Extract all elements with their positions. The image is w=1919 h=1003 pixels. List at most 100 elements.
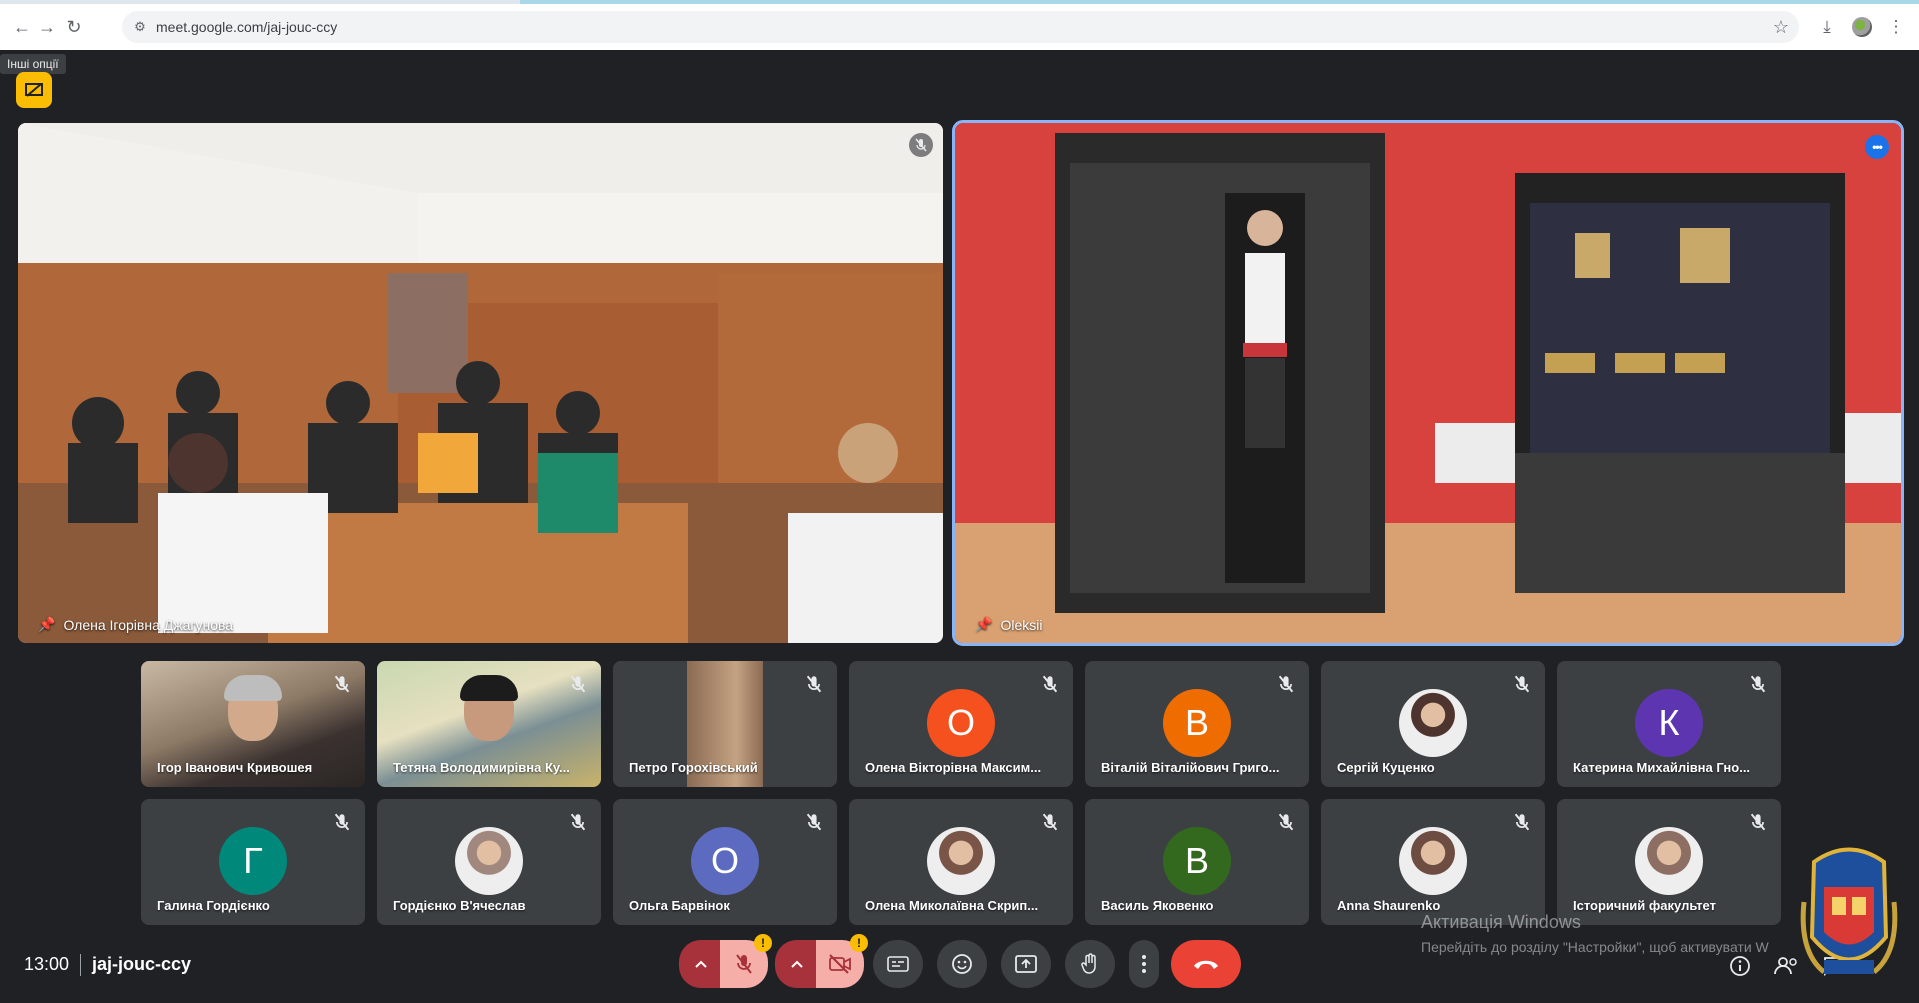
participant-name: Тетяна Володимирівна Ку... [393,760,570,775]
participant-name: Олена Миколаївна Скрип... [865,898,1039,913]
participant-name: Oleksii [1000,616,1043,633]
participant-tile[interactable]: В Василь Яковенко [1085,799,1309,925]
participant-avatar: К [1635,689,1703,757]
main-video-tile[interactable]: 📌 Олена Ігорівна Джагунова [18,123,943,643]
muted-mic-icon [1277,675,1295,693]
participant-tile[interactable]: Ігор Іванович Кривошея [141,661,365,787]
kebab-menu-icon [1142,955,1146,973]
participant-name: Сергій Куценко [1337,760,1435,775]
bookmark-star-icon[interactable]: ☆ [1773,17,1789,38]
tooltip: Інші опції [0,54,66,74]
participant-name: Василь Яковенко [1101,898,1214,913]
audio-options-button[interactable] [679,940,723,988]
warning-icon: ! [754,934,772,952]
more-options-button[interactable] [1129,940,1159,988]
muted-mic-icon [1041,675,1059,693]
back-arrow-icon[interactable]: ← [8,13,36,41]
present-icon [1015,955,1037,973]
participant-hair [460,675,518,701]
muted-mic-icon [333,675,351,693]
muted-mic-icon [569,813,587,831]
participant-tile[interactable]: В Віталій Віталійович Григо... [1085,661,1309,787]
participant-name: Катерина Михайлівна Гно... [1573,760,1751,775]
participant-tile[interactable]: Гордієнко В'ячеслав [377,799,601,925]
faculty-crest-logo [1800,847,1898,974]
address-bar[interactable]: ⚙ meet.google.com/jaj-jouc-ccy ☆ [122,11,1799,43]
participant-avatar: О [927,689,995,757]
microphone-toggle-button[interactable]: ! [720,934,772,988]
classroom-video [18,123,943,643]
participant-avatar [455,827,523,895]
muted-mic-icon [805,813,823,831]
meeting-details-icon[interactable] [1726,952,1754,980]
muted-mic-icon [805,675,823,693]
participant-name: Гордієнко В'ячеслав [393,898,526,913]
participant-tile[interactable]: Тетяна Володимирівна Ку... [377,661,601,787]
participant-tile[interactable]: О Олена Вікторівна Максим... [849,661,1073,787]
camera-off-icon [829,954,851,974]
participant-avatar [927,827,995,895]
present-screen-button[interactable] [1001,940,1051,988]
participant-name: Ольга Барвінок [629,898,730,913]
site-info-icon[interactable]: ⚙ [132,19,148,35]
more-options-icon[interactable]: ••• [1865,135,1889,159]
raise-hand-button[interactable] [1065,940,1115,988]
participant-tile[interactable]: К Катерина Михайлівна Гно... [1557,661,1781,787]
participant-tile[interactable]: Історичний факультет [1557,799,1781,925]
windows-activation-watermark: Активація Windows Перейдіть до розділу "… [1421,912,1769,955]
muted-mic-icon [1513,675,1531,693]
emoji-icon [952,954,972,974]
reload-icon[interactable]: ↻ [60,13,88,41]
muted-mic-icon [1749,675,1767,693]
main-video-tile-active[interactable]: ••• 📌 Oleksii [952,120,1904,646]
muted-mic-icon [333,813,351,831]
participant-tile[interactable]: О Ольга Барвінок [613,799,837,925]
participant-name: Ігор Іванович Кривошея [157,760,313,775]
pin-icon[interactable]: 📌 [38,616,55,633]
reactions-button[interactable] [937,940,987,988]
participant-avatar [1635,827,1703,895]
divider [80,954,81,976]
leave-call-button[interactable] [1171,940,1241,988]
windows-activation-title: Активація Windows [1421,912,1581,932]
presentation-indicator-icon[interactable] [16,72,52,108]
captions-icon [887,956,909,972]
camera-toggle-button[interactable]: ! [816,934,868,988]
url-text[interactable]: meet.google.com/jaj-jouc-ccy [156,11,337,43]
captions-button[interactable] [873,940,923,988]
participant-avatar: О [691,827,759,895]
participant-name: Anna Shaurenko [1337,898,1441,913]
participant-avatar: В [1163,689,1231,757]
participant-tile[interactable]: Anna Shaurenko [1321,799,1545,925]
participant-name: Олена Вікторівна Максим... [865,760,1042,775]
muted-mic-icon [1749,813,1767,831]
profile-icon[interactable] [1848,13,1876,41]
meeting-time: 13:00 [24,954,70,974]
download-icon[interactable]: ⤓ [1813,13,1841,41]
muted-mic-icon [1041,813,1059,831]
participant-avatar: В [1163,827,1231,895]
hang-up-icon [1194,960,1218,969]
browser-menu-icon[interactable]: ⋮ [1882,13,1910,41]
participant-tile[interactable]: Сергій Куценко [1321,661,1545,787]
muted-mic-icon [1513,813,1531,831]
video-options-button[interactable] [775,940,819,988]
meeting-code: jaj-jouc-ccy [92,954,192,974]
participant-tile[interactable]: Олена Миколаївна Скрип... [849,799,1073,925]
participant-name: Олена Ігорівна Джагунова [63,616,234,633]
muted-mic-icon [569,675,587,693]
participant-tile[interactable]: Петро Горохівський [613,661,837,787]
participant-tile[interactable]: Г Галина Гордієнко [141,799,365,925]
participant-hair [224,675,282,701]
participant-name: Віталій Віталійович Григо... [1101,760,1280,775]
forward-arrow-icon[interactable]: → [33,13,61,41]
participant-avatar [1399,689,1467,757]
participant-avatar [1399,827,1467,895]
participant-name: Історичний факультет [1573,898,1716,913]
participant-name: Галина Гордієнко [157,898,270,913]
museum-video [955,123,1901,643]
participant-name: Петро Горохівський [629,760,758,775]
pin-icon[interactable]: 📌 [975,616,992,633]
warning-icon: ! [850,934,868,952]
muted-mic-icon [1277,813,1295,831]
